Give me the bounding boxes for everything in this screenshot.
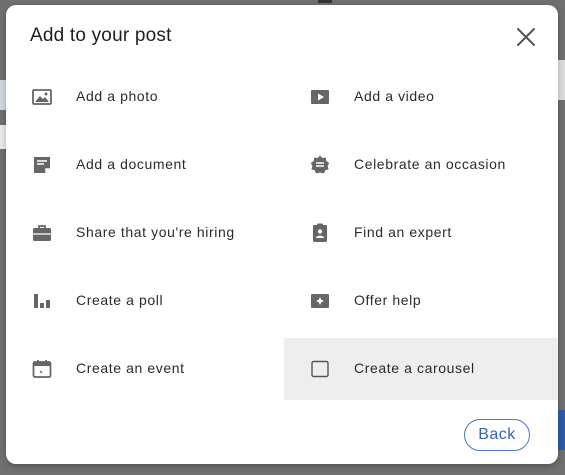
option-label: Add a document <box>76 156 187 172</box>
video-icon <box>311 90 329 104</box>
calendar-icon <box>32 360 52 378</box>
option-label: Offer help <box>354 292 422 308</box>
option-add-video[interactable]: Add a video <box>284 66 558 128</box>
briefcase-icon <box>33 225 51 241</box>
offer-help-icon <box>311 294 329 308</box>
option-label: Celebrate an occasion <box>354 156 506 172</box>
option-label: Create a poll <box>76 292 164 308</box>
document-icon <box>34 157 50 173</box>
option-create-event[interactable]: Create an event <box>6 338 282 400</box>
celebrate-icon <box>310 155 330 174</box>
add-to-post-dialog: Add to your post Add a photo Add a video <box>6 5 558 464</box>
close-icon <box>517 28 535 46</box>
option-create-carousel[interactable]: Create a carousel <box>284 338 558 400</box>
close-button[interactable] <box>514 25 538 49</box>
option-label: Create an event <box>76 360 185 376</box>
option-offer-help[interactable]: Offer help <box>284 270 558 332</box>
option-add-document[interactable]: Add a document <box>6 134 282 196</box>
option-label: Add a photo <box>76 88 159 104</box>
background-content <box>557 60 565 100</box>
option-label: Find an expert <box>354 224 452 240</box>
carousel-icon <box>311 360 329 378</box>
option-create-poll[interactable]: Create a poll <box>6 270 282 332</box>
photo-icon <box>32 89 52 105</box>
option-label: Add a video <box>354 88 435 104</box>
option-share-hiring[interactable]: Share that you're hiring <box>6 202 282 264</box>
option-celebrate-occasion[interactable]: Celebrate an occasion <box>284 134 558 196</box>
back-button[interactable]: Back <box>464 419 530 451</box>
option-find-expert[interactable]: Find an expert <box>284 202 558 264</box>
dialog-title: Add to your post <box>30 25 172 46</box>
option-add-photo[interactable]: Add a photo <box>6 66 282 128</box>
option-label: Create a carousel <box>354 360 475 376</box>
background-content <box>557 410 565 450</box>
option-label: Share that you're hiring <box>76 224 235 240</box>
poll-icon <box>34 294 50 308</box>
background-content <box>318 0 332 3</box>
expert-badge-icon <box>313 223 327 242</box>
